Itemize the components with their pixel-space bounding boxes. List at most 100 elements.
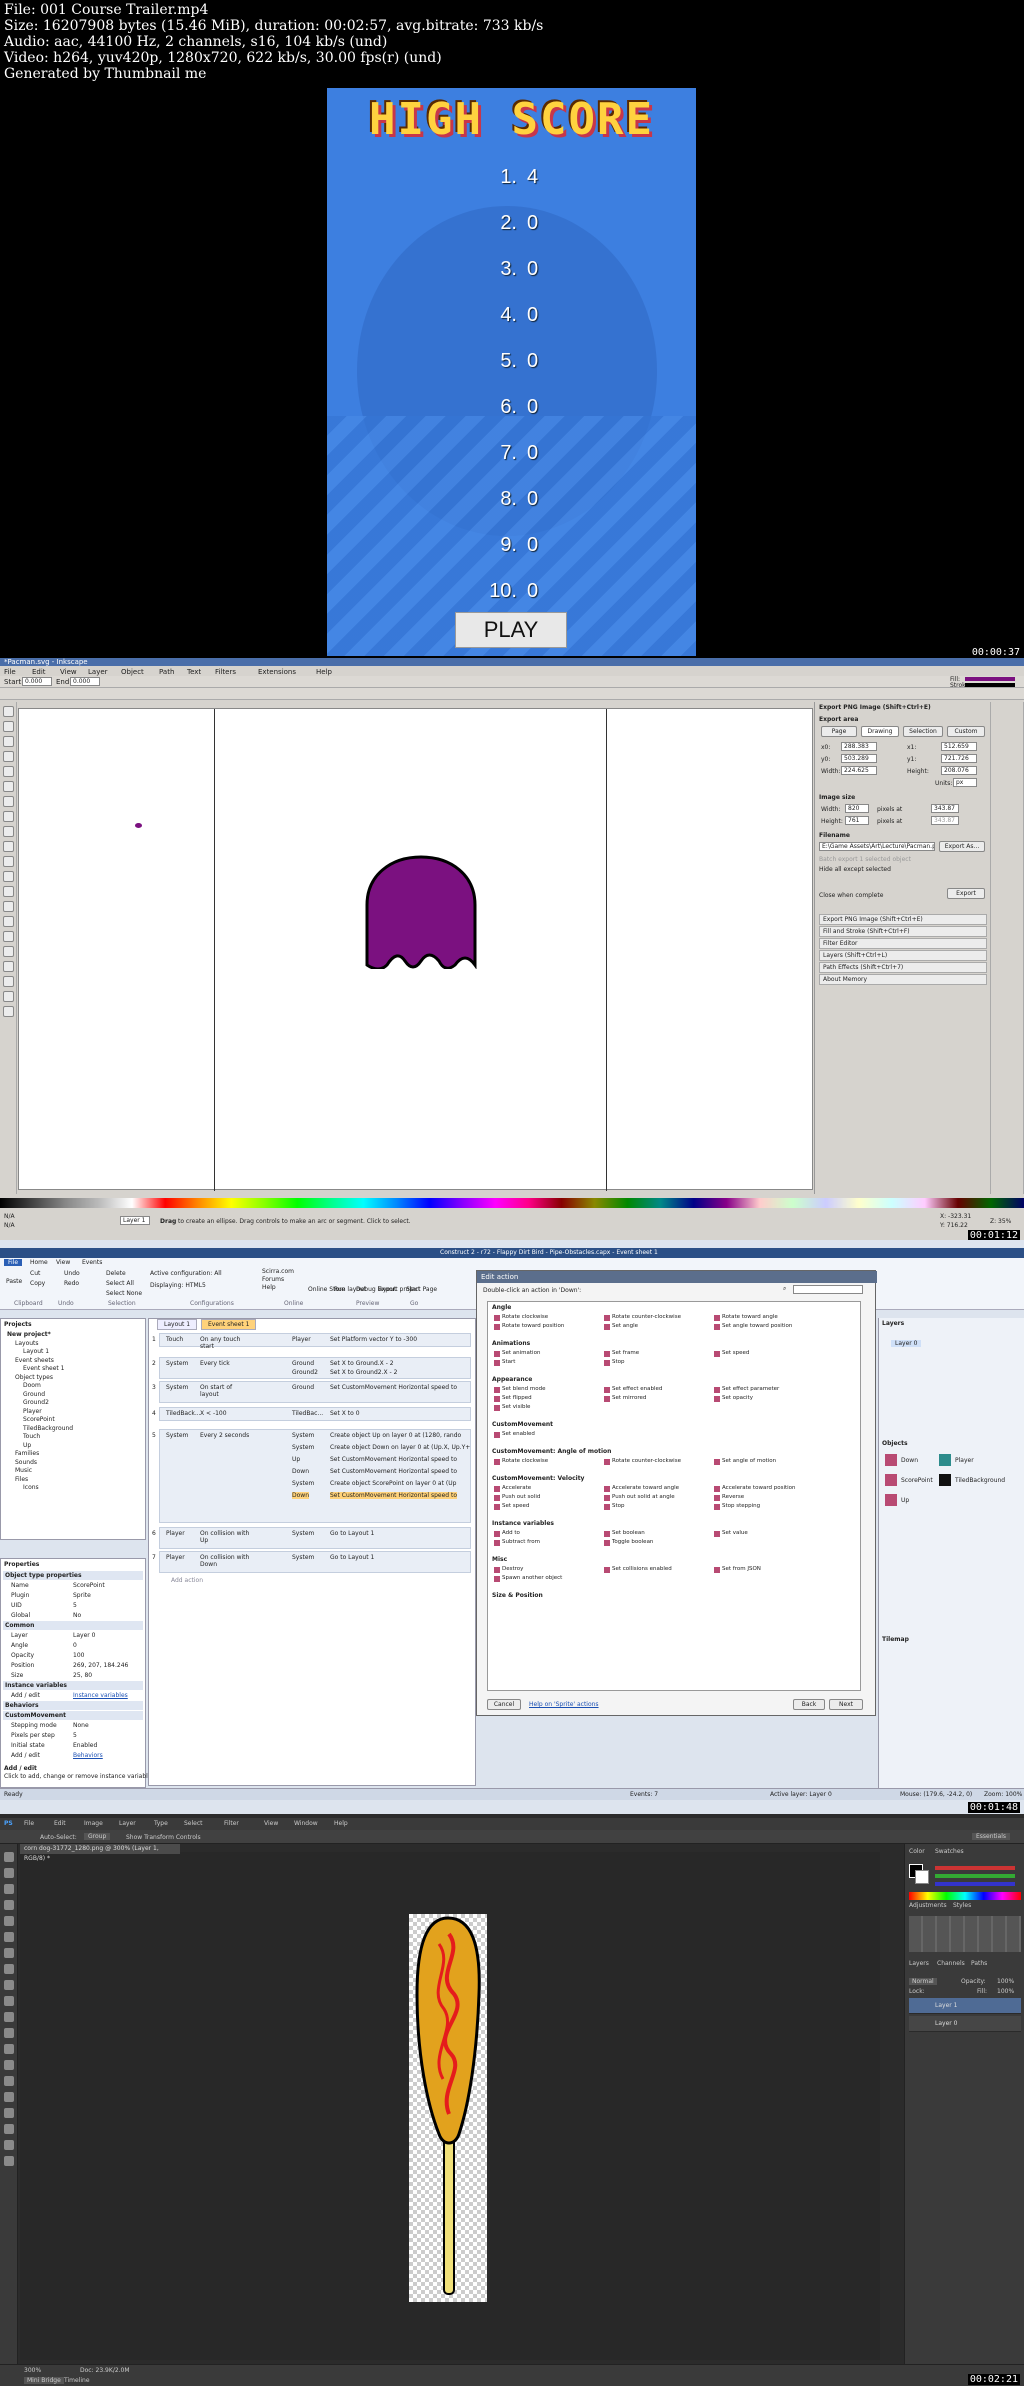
connector-tool-icon[interactable] — [3, 1006, 14, 1017]
brush-tool-icon[interactable] — [4, 1964, 14, 1974]
property-row[interactable]: UID 5 — [3, 1601, 143, 1610]
property-row[interactable]: CustomMovement — [3, 1711, 143, 1720]
tab-timeline[interactable]: Timeline — [64, 2377, 90, 2384]
hide-except-checkbox[interactable]: Hide all except selected — [819, 866, 891, 873]
event-condition[interactable]: On any touch start — [200, 1336, 250, 1350]
pacman-ghost-shape[interactable] — [365, 855, 477, 969]
blur-tool-icon[interactable] — [4, 2044, 14, 2054]
menu-item-file[interactable]: File — [4, 668, 16, 676]
action-text[interactable]: Set X to Ground.X - 2 — [330, 1360, 394, 1367]
action-item[interactable]: Toggle boolean — [604, 1539, 653, 1546]
menu-item-help[interactable]: Help — [316, 668, 332, 676]
red-slider[interactable] — [935, 1866, 1015, 1870]
type-tool-icon[interactable] — [4, 2092, 14, 2102]
dock-panel-item[interactable]: Layers (Shift+Ctrl+L) — [819, 950, 987, 961]
property-row[interactable]: Initial state Enabled — [3, 1741, 143, 1750]
property-row[interactable]: Plugin Sprite — [3, 1591, 143, 1600]
eraser-tool-icon[interactable] — [4, 2012, 14, 2022]
layer-item[interactable]: Layer 0 — [891, 1340, 922, 1347]
project-tree-item[interactable]: ScorePoint — [23, 1416, 55, 1423]
corn-dog-artwork[interactable] — [409, 1914, 487, 2302]
property-row[interactable]: Stepping mode None — [3, 1721, 143, 1730]
ribbon-button[interactable]: Help — [262, 1284, 276, 1291]
action-item[interactable]: Rotate clockwise — [494, 1458, 548, 1465]
quick-select-tool-icon[interactable] — [4, 1900, 14, 1910]
panel-tab-color[interactable]: Color — [909, 1848, 925, 1855]
menu-item-select[interactable]: Select — [184, 1820, 203, 1827]
blue-slider[interactable] — [935, 1882, 1015, 1886]
action-item[interactable]: Push out solid — [494, 1494, 540, 1501]
menu-item-path[interactable]: Path — [159, 668, 174, 676]
project-tree-item[interactable]: Icons — [23, 1484, 39, 1491]
action-text[interactable]: Set CustomMovement Horizontal speed to — [330, 1384, 457, 1391]
menu-item-image[interactable]: Image — [84, 1820, 103, 1827]
dock-panel-item[interactable]: Path Effects (Shift+Ctrl+7) — [819, 962, 987, 973]
action-item[interactable]: Set frame — [604, 1350, 639, 1357]
panel-tab-swatches[interactable]: Swatches — [935, 1848, 964, 1855]
menu-item-edit[interactable]: Edit — [54, 1820, 66, 1827]
img-width-input[interactable]: 820 — [845, 804, 869, 813]
menu-item-view[interactable]: View — [264, 1820, 278, 1827]
action-item[interactable]: Set opacity — [714, 1395, 753, 1402]
project-tree-item[interactable]: Families — [15, 1450, 39, 1457]
action-item[interactable]: Set angle toward position — [714, 1323, 792, 1330]
object-item[interactable]: ScorePoint — [901, 1477, 933, 1484]
add-action-link[interactable]: Add action — [171, 1577, 203, 1584]
event-row[interactable]: 4 TiledBack... X < -100 TiledBac... Set X to… — [152, 1407, 471, 1421]
ribbon-button[interactable]: Start Page — [406, 1286, 437, 1293]
ribbon-tab-events[interactable]: Events — [82, 1259, 102, 1266]
menu-item-edit[interactable]: Edit — [32, 668, 46, 676]
mesh-tool-icon[interactable] — [3, 976, 14, 987]
event-row[interactable]: 5 System Every 2 seconds System Create objec… — [152, 1429, 471, 1523]
property-row[interactable]: Layer Layer 0 — [3, 1631, 143, 1640]
action-item[interactable]: Stop — [604, 1503, 625, 1510]
width-input[interactable]: 224.625 — [841, 766, 877, 775]
property-row[interactable]: Position 269, 207, 184.246 — [3, 1661, 143, 1670]
action-item[interactable]: Set angle — [604, 1323, 638, 1330]
menu-item-extensions[interactable]: Extensions — [258, 668, 296, 676]
action-text[interactable]: Set CustomMovement Horizontal speed to — [330, 1492, 458, 1499]
project-tree-item[interactable]: Up — [23, 1442, 31, 1449]
clone-tool-icon[interactable] — [4, 1980, 14, 1990]
action-text[interactable]: Go to Layout 1 — [330, 1554, 374, 1561]
rect-tool-icon[interactable] — [3, 781, 14, 792]
dock-panel-item[interactable]: About Memory — [819, 974, 987, 985]
project-tree-item[interactable]: Sounds — [15, 1459, 37, 1466]
property-row[interactable]: Angle 0 — [3, 1641, 143, 1650]
ribbon-tab-file[interactable]: File — [4, 1259, 23, 1266]
action-item[interactable]: Set effect enabled — [604, 1386, 662, 1393]
menu-item-filter[interactable]: Filter — [224, 1820, 239, 1827]
event-condition[interactable]: On collision with Down — [200, 1554, 250, 1568]
action-item[interactable]: Start — [494, 1359, 515, 1366]
tab-selection[interactable]: Selection — [903, 726, 943, 737]
action-item[interactable]: Rotate clockwise — [494, 1314, 548, 1321]
action-item[interactable]: Push out solid at angle — [604, 1494, 675, 1501]
zoom-level[interactable]: 300% — [24, 2367, 41, 2374]
object-item[interactable]: Player — [955, 1457, 974, 1464]
event-row[interactable]: 3 System On start of layout Ground Set Custo… — [152, 1381, 471, 1403]
layer-row-0[interactable]: Layer 0 — [909, 2016, 1021, 2032]
green-slider[interactable] — [935, 1874, 1015, 1878]
document-tab[interactable]: corn dog-31772_1280.png @ 300% (Layer 1,… — [20, 1844, 180, 1862]
fill-value[interactable]: 100% — [997, 1988, 1014, 1995]
dialog-cancel-button[interactable]: Cancel — [487, 1699, 521, 1710]
action-item[interactable]: Set boolean — [604, 1530, 645, 1537]
show-transform-checkbox[interactable]: Show Transform Controls — [126, 1834, 201, 1841]
project-tree-item[interactable]: Layout 1 — [23, 1348, 49, 1355]
menu-item-object[interactable]: Object — [121, 668, 144, 676]
selector-tool-icon[interactable] — [3, 706, 14, 717]
property-row[interactable]: Global No — [3, 1611, 143, 1620]
action-text[interactable]: Create object Up on layer 0 at (1280, ra… — [330, 1432, 461, 1439]
property-row[interactable]: Add / edit Behaviors — [3, 1751, 143, 1760]
lasso-tool-icon[interactable] — [4, 1884, 14, 1894]
workspace-dropdown[interactable]: Essentials — [972, 1833, 1011, 1840]
menu-item-layer[interactable]: Layer — [88, 668, 108, 676]
tab-event-sheet-1[interactable]: Event sheet 1 — [201, 1319, 257, 1330]
layer-select[interactable]: Layer 1 — [120, 1216, 150, 1225]
color-ramp[interactable] — [909, 1892, 1021, 1900]
zoom-tool-icon[interactable] — [3, 751, 14, 762]
marquee-tool-icon[interactable] — [4, 1868, 14, 1878]
zoom-tool-icon[interactable] — [4, 2156, 14, 2166]
action-text[interactable]: Set X to 0 — [330, 1410, 360, 1417]
dock-panel-item[interactable]: Filter Editor — [819, 938, 987, 949]
